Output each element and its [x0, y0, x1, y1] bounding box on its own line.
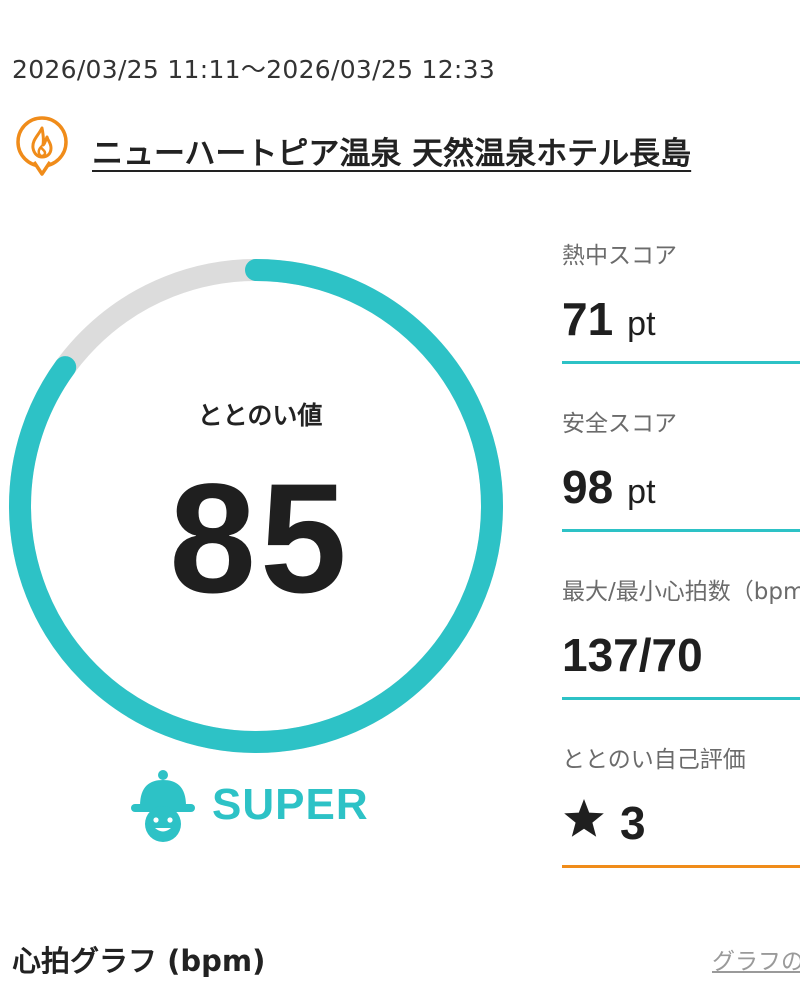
rank-badge: SUPER — [128, 768, 428, 846]
metric-value: 98 pt — [562, 461, 656, 513]
facility-name-link[interactable]: ニューハートピア温泉 天然温泉ホテル長島 — [92, 128, 691, 173]
hat-face-icon — [128, 768, 198, 848]
metric-value: 137/70 — [562, 629, 703, 681]
metric-label: 熱中スコア — [562, 243, 677, 269]
metric-unit: pt — [627, 305, 656, 343]
session-time-range: 2026/03/25 11:11～2026/03/25 12:33 — [12, 55, 496, 84]
star-icon — [562, 796, 606, 850]
graph-title: 心拍グラフ (bpm) — [12, 944, 266, 978]
rank-label: SUPER — [212, 780, 369, 829]
heart-rate-graph-header: 心拍グラフ (bpm) グラフの — [12, 938, 800, 988]
metric-heat-score: 熱中スコア 71 pt — [562, 228, 800, 368]
metric-value: 3 — [562, 796, 646, 850]
divider — [562, 697, 800, 700]
metric-label: ととのい自己評価 — [562, 747, 746, 773]
metric-heart-rate: 最大/最小心拍数（bpm） 137/70 — [562, 564, 800, 704]
graph-link[interactable]: グラフの — [712, 942, 800, 976]
metric-label: 最大/最小心拍数（bpm） — [562, 579, 800, 605]
metric-self-rating: ととのい自己評価 3 — [562, 732, 800, 872]
divider — [562, 865, 800, 868]
divider — [562, 529, 800, 532]
divider — [562, 361, 800, 364]
gauge-label: ととのい値 — [197, 401, 323, 430]
facility-row[interactable]: ニューハートピア温泉 天然温泉ホテル長島 — [12, 114, 800, 178]
metric-label: 安全スコア — [562, 411, 677, 437]
metric-value: 71 pt — [562, 293, 656, 345]
gauge-value: 85 — [169, 452, 351, 626]
totonoi-gauge: ととのい値 85 — [0, 240, 520, 760]
sauna-flame-icon — [12, 114, 72, 178]
metric-unit: pt — [627, 473, 656, 511]
metric-safety-score: 安全スコア 98 pt — [562, 396, 800, 536]
